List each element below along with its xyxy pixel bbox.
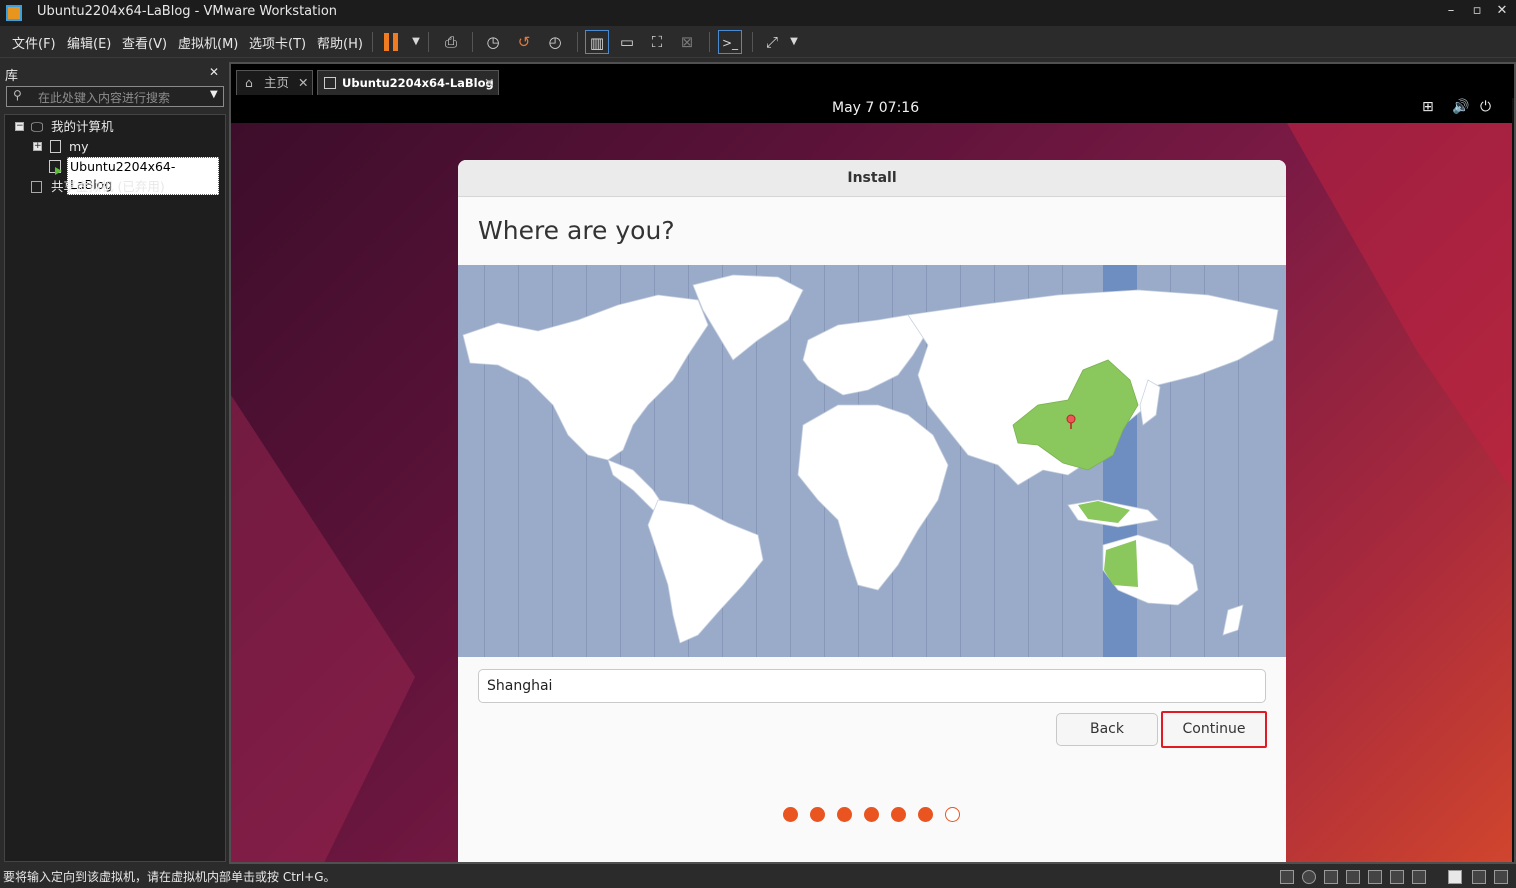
snapshot-manager-icon[interactable]: ◴ xyxy=(543,30,567,54)
menu-vm[interactable]: 虚拟机(M) xyxy=(178,33,238,52)
vm-icon xyxy=(50,140,61,153)
menu-edit[interactable]: 编辑(E) xyxy=(67,33,111,52)
expand-icon[interactable]: + xyxy=(33,142,42,151)
gnome-top-bar: May 7 07:16 ⊞ 🔊 ⏻ xyxy=(231,95,1512,123)
maximize-button[interactable]: ▫ xyxy=(1463,3,1491,18)
guest-screen[interactable]: May 7 07:16 ⊞ 🔊 ⏻ Install Where are you? xyxy=(231,95,1512,862)
pause-icon[interactable] xyxy=(384,33,400,51)
progress-dot xyxy=(783,807,798,822)
tab-bar: ⌂ 主页 ✕ Ubuntu2204x64-LaBlog ✕ xyxy=(231,64,1514,98)
tree-label: my xyxy=(69,139,89,154)
close-window-button[interactable]: ✕ xyxy=(1488,3,1516,18)
cdrom-icon[interactable] xyxy=(1302,870,1316,884)
tab-ubuntu-vm[interactable]: Ubuntu2204x64-LaBlog ✕ xyxy=(317,70,499,96)
toolbar-separator xyxy=(577,32,578,52)
stretch-dropdown-icon[interactable]: ▼ xyxy=(782,30,806,54)
progress-dot xyxy=(918,807,933,822)
continue-button[interactable]: Continue xyxy=(1161,711,1267,748)
progress-dot xyxy=(837,807,852,822)
power-icon[interactable]: ⏻ xyxy=(1480,99,1491,115)
menu-file[interactable]: 文件(F) xyxy=(12,33,56,52)
tree-label: 我的计算机 xyxy=(51,119,114,134)
full-screen-icon[interactable]: ⛶ xyxy=(645,30,669,54)
library-header: 库 ✕ xyxy=(0,62,228,84)
resize-grip-icon xyxy=(1494,870,1508,884)
tab-label: Ubuntu2204x64-LaBlog xyxy=(342,76,494,90)
page-title: Where are you? xyxy=(478,216,675,245)
wallpaper-shape xyxy=(1287,123,1512,503)
clock[interactable]: May 7 07:16 xyxy=(832,100,919,116)
message-log-icon[interactable] xyxy=(1448,870,1462,884)
console-view-icon[interactable]: >_ xyxy=(718,30,742,54)
search-icon: ⚲ xyxy=(13,88,22,102)
vm-tab-icon xyxy=(324,77,336,89)
fit-guest-icon[interactable] xyxy=(1472,870,1486,884)
play-indicator-icon xyxy=(55,167,62,175)
snapshot-icon[interactable]: ◷ xyxy=(481,30,505,54)
toolbar-separator xyxy=(372,32,373,52)
toolbar-separator xyxy=(752,32,753,52)
vmware-logo-icon xyxy=(6,5,22,21)
library-title: 库 xyxy=(5,69,19,84)
back-button[interactable]: Back xyxy=(1056,713,1158,746)
revert-snapshot-icon[interactable]: ↺ xyxy=(512,30,536,54)
power-dropdown-icon[interactable]: ▼ xyxy=(404,30,428,54)
location-input[interactable] xyxy=(478,669,1266,703)
library-search-placeholder: 在此处键入内容进行搜索 xyxy=(38,91,171,105)
library-tree: − 🖵 我的计算机 + my Ubuntu2204x64-LaBlog 共享虚拟… xyxy=(4,114,226,862)
home-icon: ⌂ xyxy=(245,75,253,90)
thumbnail-bar-icon[interactable]: ▭ xyxy=(615,30,639,54)
library-close-icon[interactable]: ✕ xyxy=(209,65,219,79)
unity-icon[interactable]: ⊠ xyxy=(675,30,699,54)
menu-help[interactable]: 帮助(H) xyxy=(317,33,363,52)
progress-dot xyxy=(891,807,906,822)
sound-card-icon[interactable] xyxy=(1368,870,1382,884)
network-adapter-icon[interactable] xyxy=(1324,870,1338,884)
menu-bar: 文件(F) 编辑(E) 查看(V) 虚拟机(M) 选项卡(T) 帮助(H) ▼ … xyxy=(0,26,1516,58)
window-title: Ubuntu2204x64-LaBlog - VMware Workstatio… xyxy=(37,4,338,19)
tree-item-my-folder[interactable]: + my xyxy=(33,137,213,157)
show-library-icon[interactable]: ▥ xyxy=(585,30,609,54)
tree-item-my-computer[interactable]: − 🖵 我的计算机 xyxy=(13,117,213,137)
status-bar: 要将输入定向到该虚拟机，请在虚拟机内部单击或按 Ctrl+G。 xyxy=(0,866,1516,888)
menu-view[interactable]: 查看(V) xyxy=(122,33,167,52)
tab-close-icon[interactable]: ✕ xyxy=(484,71,494,95)
minimize-button[interactable]: – xyxy=(1437,3,1465,18)
tree-item-shared-vms[interactable]: 共享虚拟机 (已弃用) xyxy=(31,177,221,197)
toolbar-separator xyxy=(709,32,710,52)
search-dropdown-icon[interactable]: ▼ xyxy=(210,89,218,100)
usb-icon[interactable] xyxy=(1346,870,1360,884)
dialog-header: Install xyxy=(458,160,1286,197)
tab-label: 主页 xyxy=(264,75,290,90)
progress-dot-current xyxy=(945,807,960,822)
computer-icon: 🖵 xyxy=(31,119,44,134)
wallpaper-shape xyxy=(231,395,415,862)
send-ctrl-alt-del-icon[interactable]: ⎙ xyxy=(439,30,463,54)
progress-dot xyxy=(864,807,879,822)
menu-tabs[interactable]: 选项卡(T) xyxy=(249,33,306,52)
shared-vm-icon xyxy=(31,181,42,193)
progress-dot xyxy=(810,807,825,822)
stretch-guest-icon[interactable]: ⤢ xyxy=(760,30,784,54)
world-map-svg xyxy=(462,274,1279,644)
title-bar: Ubuntu2204x64-LaBlog - VMware Workstatio… xyxy=(0,0,1516,26)
printer-icon[interactable] xyxy=(1390,870,1404,884)
hdd-icon[interactable] xyxy=(1280,870,1294,884)
volume-icon[interactable]: 🔊 xyxy=(1452,99,1469,115)
network-icon[interactable]: ⊞ xyxy=(1422,99,1434,115)
toolbar-separator xyxy=(472,32,473,52)
collapse-icon[interactable]: − xyxy=(15,122,24,131)
library-search-field[interactable]: ⚲ 在此处键入内容进行搜索 ▼ xyxy=(6,86,224,107)
toolbar-separator xyxy=(428,32,429,52)
tree-label: 共享虚拟机 (已弃用) xyxy=(51,179,165,194)
tab-home[interactable]: ⌂ 主页 ✕ xyxy=(236,70,313,96)
display-icon[interactable] xyxy=(1412,870,1426,884)
tree-item-ubuntu-vm[interactable]: Ubuntu2204x64-LaBlog xyxy=(49,157,219,195)
vmware-window: Ubuntu2204x64-LaBlog - VMware Workstatio… xyxy=(0,0,1516,888)
tab-close-icon[interactable]: ✕ xyxy=(298,71,308,95)
installer-dialog: Install Where are you? Shanghai Back Con… xyxy=(458,160,1286,862)
timezone-map[interactable] xyxy=(458,265,1286,657)
status-message: 要将输入定向到该虚拟机，请在虚拟机内部单击或按 Ctrl+G。 xyxy=(3,870,336,884)
